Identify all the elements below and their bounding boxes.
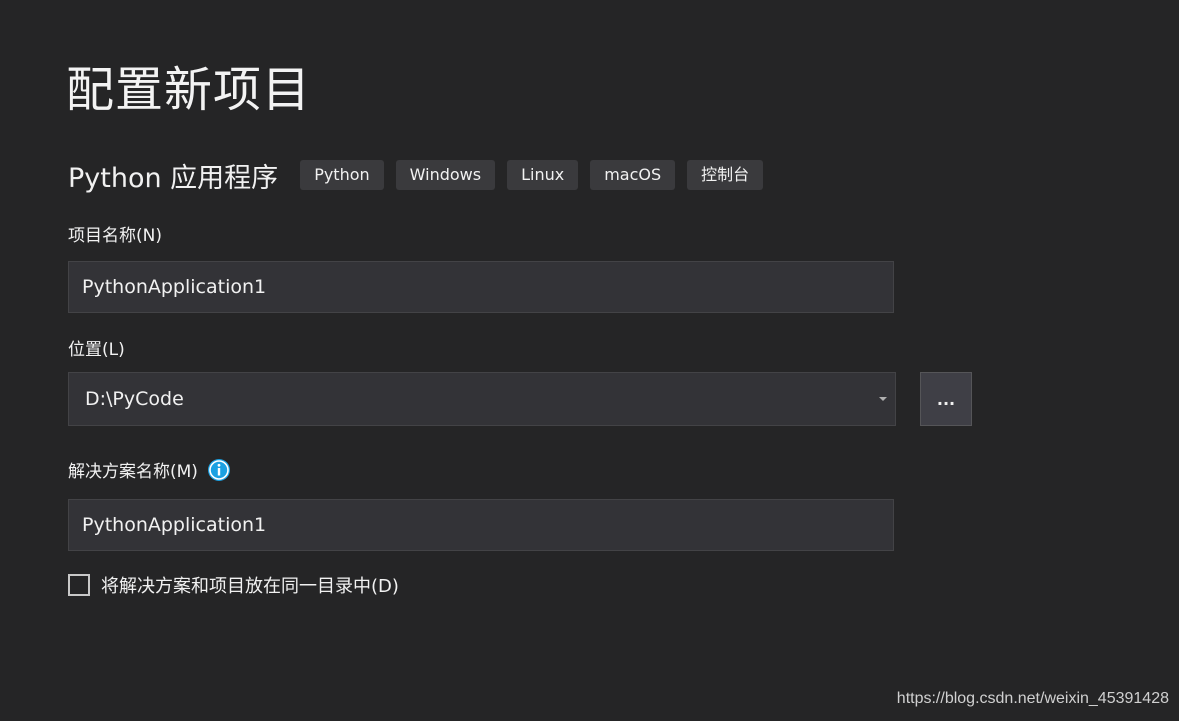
- tag-macos: macOS: [590, 160, 676, 190]
- tag-console: 控制台: [687, 160, 764, 190]
- info-icon[interactable]: [207, 458, 231, 482]
- same-directory-option[interactable]: 将解决方案和项目放在同一目录中(D): [68, 572, 399, 598]
- browse-button[interactable]: ...: [920, 372, 972, 426]
- template-name: Python 应用程序: [68, 162, 279, 194]
- location-label: 位置(L): [68, 340, 125, 360]
- tag-windows: Windows: [395, 160, 496, 190]
- solution-name-label-row: 解决方案名称(M): [68, 457, 231, 482]
- location-combobox[interactable]: D:\PyCode: [68, 372, 896, 426]
- tag-python: Python: [300, 160, 384, 190]
- chevron-down-icon[interactable]: [879, 397, 887, 401]
- watermark: https://blog.csdn.net/weixin_45391428: [896, 690, 1169, 707]
- location-value: D:\PyCode: [85, 388, 184, 410]
- solution-name-label: 解决方案名称(M): [68, 462, 198, 482]
- project-name-input[interactable]: [68, 261, 894, 313]
- template-header: Python 应用程序 Python Windows Linux macOS 控…: [68, 155, 775, 195]
- tag-linux: Linux: [507, 160, 579, 190]
- solution-name-input[interactable]: [68, 499, 894, 551]
- project-name-label: 项目名称(N): [68, 226, 162, 246]
- same-directory-label[interactable]: 将解决方案和项目放在同一目录中(D): [101, 572, 399, 598]
- same-directory-checkbox[interactable]: [68, 574, 90, 596]
- page-title: 配置新项目: [66, 62, 312, 118]
